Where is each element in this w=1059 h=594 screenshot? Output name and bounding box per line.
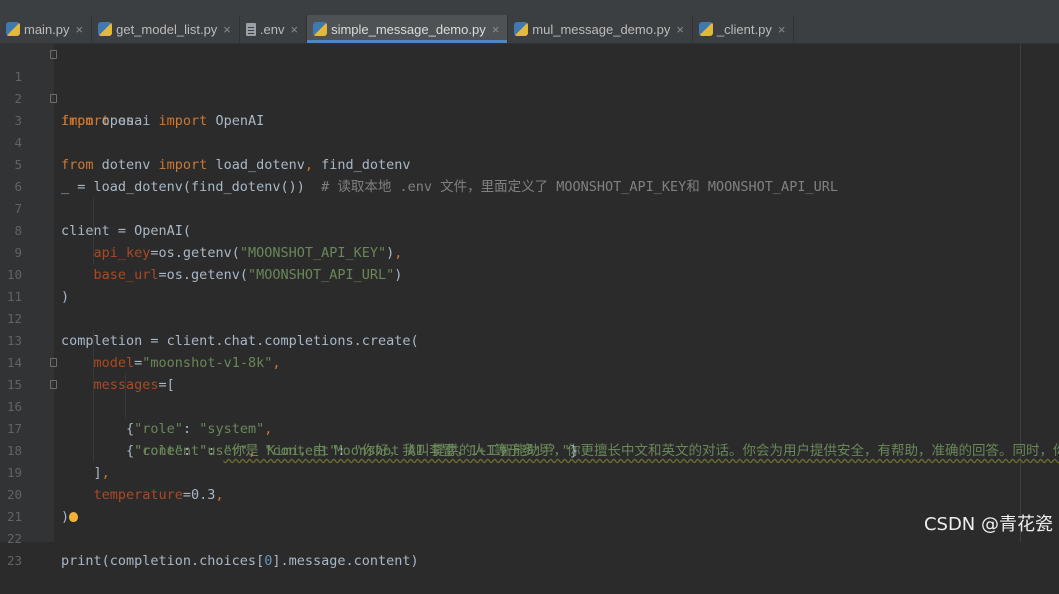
close-icon[interactable]: × [76, 22, 84, 37]
tab-mul-message-demo-py[interactable]: mul_message_demo.py × [508, 15, 693, 43]
python-file-icon [98, 22, 113, 36]
tab-get-model-list-py[interactable]: get_model_list.py × [92, 15, 240, 43]
code-line: 21 [0, 484, 1059, 524]
lightbulb-icon[interactable] [69, 512, 78, 522]
code-line: 9 base_url=os.getenv("MOONSHOT_API_URL") [0, 220, 1059, 283]
code-line: 11 [0, 264, 1059, 304]
code-line: 1 import os [0, 44, 1059, 129]
tab-label: main.py [24, 21, 70, 37]
tab-env[interactable]: .env × [240, 15, 308, 43]
close-icon[interactable]: × [676, 22, 684, 37]
line-number: 23 [6, 553, 22, 568]
tab-label: mul_message_demo.py [532, 21, 671, 37]
python-file-icon [6, 22, 20, 36]
close-icon[interactable]: × [778, 22, 786, 37]
code-line: 15 {"role": "system", [0, 352, 1059, 437]
number: 0 [264, 553, 273, 569]
code-line: 17 {"role": "user", "content": "你好，我叫李雷，… [0, 396, 1059, 459]
close-icon[interactable]: × [223, 22, 231, 37]
tab-client-py[interactable]: _client.py × [693, 15, 795, 43]
code-line: 22 print(completion.choices[0].message.c… [0, 506, 1059, 569]
code-line: 8 api_key=os.getenv("MOONSHOT_API_KEY"), [0, 198, 1059, 261]
code-text: print(completion.choices[ [61, 553, 265, 569]
code-line: 3 from dotenv import load_dotenv, find_d… [0, 88, 1059, 173]
python-file-icon [514, 22, 529, 36]
code-line: 6 [0, 154, 1059, 194]
watermark: CSDN @青花瓷 [923, 514, 1053, 535]
code-line: 2 from openai import OpenAI [0, 66, 1059, 129]
code-line: 14 messages=[ [0, 330, 1059, 393]
code-text: ].message.content) [272, 553, 419, 569]
fold-marker-icon[interactable] [50, 50, 57, 59]
code-line: 5 _ = load_dotenv(find_dotenv()) # 读取本地 … [0, 132, 1059, 195]
python-file-icon [698, 22, 713, 36]
code-line: 10 ) [0, 242, 1059, 305]
code-line: 23 [0, 528, 1059, 568]
code-line: 18 ], [0, 418, 1059, 481]
code-line: 4 [0, 110, 1059, 150]
tab-label: get_model_list.py [116, 21, 218, 37]
text-file-icon [245, 22, 256, 36]
tab-label: _client.py [716, 21, 772, 37]
code-editor[interactable]: 1 import os 2 from openai import OpenAI … [0, 44, 1059, 569]
tab-main-py[interactable]: main.py × [0, 15, 93, 43]
code-line: 13 model="moonshot-v1-8k", [0, 308, 1059, 371]
fold-marker-icon[interactable] [50, 358, 57, 367]
fold-marker-icon[interactable] [50, 94, 57, 103]
title-strip [0, 0, 1059, 15]
tab-label: .env [259, 21, 285, 37]
code-line: 16 "content": "你是 Kimi，由 Moonshot AI 提供的… [0, 374, 1059, 459]
close-icon[interactable]: × [290, 22, 298, 37]
tab-label: simple_message_demo.py [331, 21, 486, 37]
close-icon[interactable]: × [492, 22, 500, 37]
editor-tab-bar: main.py × get_model_list.py × .env × sim… [0, 15, 1059, 44]
python-file-icon [313, 22, 328, 36]
code-line: 20 ) [0, 462, 1059, 525]
code-line: 12 completion = client.chat.completions.… [0, 286, 1059, 349]
code-line: 7 client = OpenAI( [0, 176, 1059, 239]
fold-marker-icon[interactable] [50, 380, 57, 389]
tab-simple-message-demo-py[interactable]: simple_message_demo.py × [307, 15, 509, 43]
code-line: 19 temperature=0.3, [0, 440, 1059, 503]
